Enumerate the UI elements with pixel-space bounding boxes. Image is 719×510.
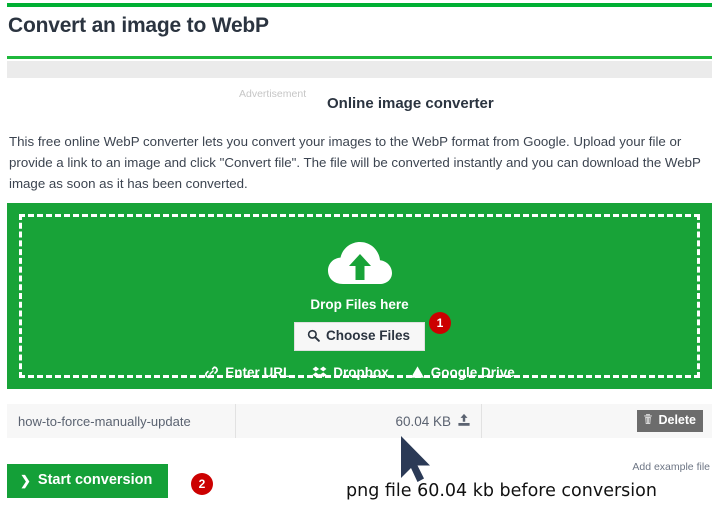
search-icon bbox=[307, 329, 320, 343]
page-root: Convert an image to WebP Advertisement O… bbox=[0, 0, 719, 510]
advertisement-label: Advertisement bbox=[239, 88, 307, 100]
step-badge-2: 2 bbox=[191, 473, 213, 495]
dropbox-label: Dropbox bbox=[333, 365, 389, 380]
google-drive-label: Google Drive bbox=[430, 365, 515, 380]
dropbox-icon bbox=[312, 365, 327, 380]
trash-icon bbox=[642, 413, 654, 428]
dropbox-link[interactable]: Dropbox bbox=[312, 365, 389, 380]
upload-services-row: Enter URL Dropbox Google Drive bbox=[22, 365, 697, 380]
grey-band bbox=[7, 61, 712, 78]
delete-label: Delete bbox=[658, 413, 696, 428]
title-underline-rule bbox=[7, 56, 712, 59]
intro-paragraph: This free online WebP converter lets you… bbox=[9, 134, 701, 191]
enter-url-link[interactable]: Enter URL bbox=[204, 365, 291, 380]
choose-files-label: Choose Files bbox=[325, 328, 411, 343]
delete-button[interactable]: Delete bbox=[637, 410, 703, 432]
annotation-caption: png file 60.04 kb before conversion bbox=[346, 481, 657, 501]
choose-files-button[interactable]: Choose Files bbox=[293, 322, 426, 351]
start-conversion-button[interactable]: ❯ Start conversion bbox=[7, 464, 169, 498]
google-drive-icon bbox=[410, 365, 425, 380]
file-actions-cell: Delete bbox=[482, 404, 712, 438]
dropzone-dashed-border: Drop Files here Choose Files Enter URL D… bbox=[19, 214, 700, 380]
step-badge-1: 1 bbox=[429, 312, 451, 334]
file-size-cell: 60.04 KB bbox=[236, 404, 482, 438]
start-conversion-label: Start conversion bbox=[37, 472, 153, 488]
drop-files-text: Drop Files here bbox=[310, 297, 409, 312]
link-icon bbox=[204, 365, 219, 380]
file-name: how-to-force-manually-update bbox=[18, 413, 191, 429]
enter-url-label: Enter URL bbox=[225, 365, 292, 380]
choose-files-row: Choose Files bbox=[22, 322, 697, 351]
mouse-cursor-icon bbox=[396, 434, 436, 486]
dropzone[interactable]: Drop Files here Choose Files Enter URL D… bbox=[7, 203, 712, 389]
file-size: 60.04 KB bbox=[395, 413, 451, 429]
page-title: Convert an image to WebP bbox=[8, 14, 269, 37]
file-row: how-to-force-manually-update 60.04 KB De… bbox=[7, 404, 712, 438]
upload-icon bbox=[457, 413, 471, 430]
cloud-upload-icon bbox=[327, 240, 393, 288]
file-name-cell: how-to-force-manually-update bbox=[7, 404, 236, 438]
top-green-rule bbox=[7, 3, 712, 7]
google-drive-link[interactable]: Google Drive bbox=[410, 365, 515, 380]
add-example-file-link[interactable]: Add example file bbox=[632, 461, 710, 473]
chevron-right-icon: ❯ bbox=[20, 472, 31, 488]
section-heading: Online image converter bbox=[327, 95, 494, 112]
